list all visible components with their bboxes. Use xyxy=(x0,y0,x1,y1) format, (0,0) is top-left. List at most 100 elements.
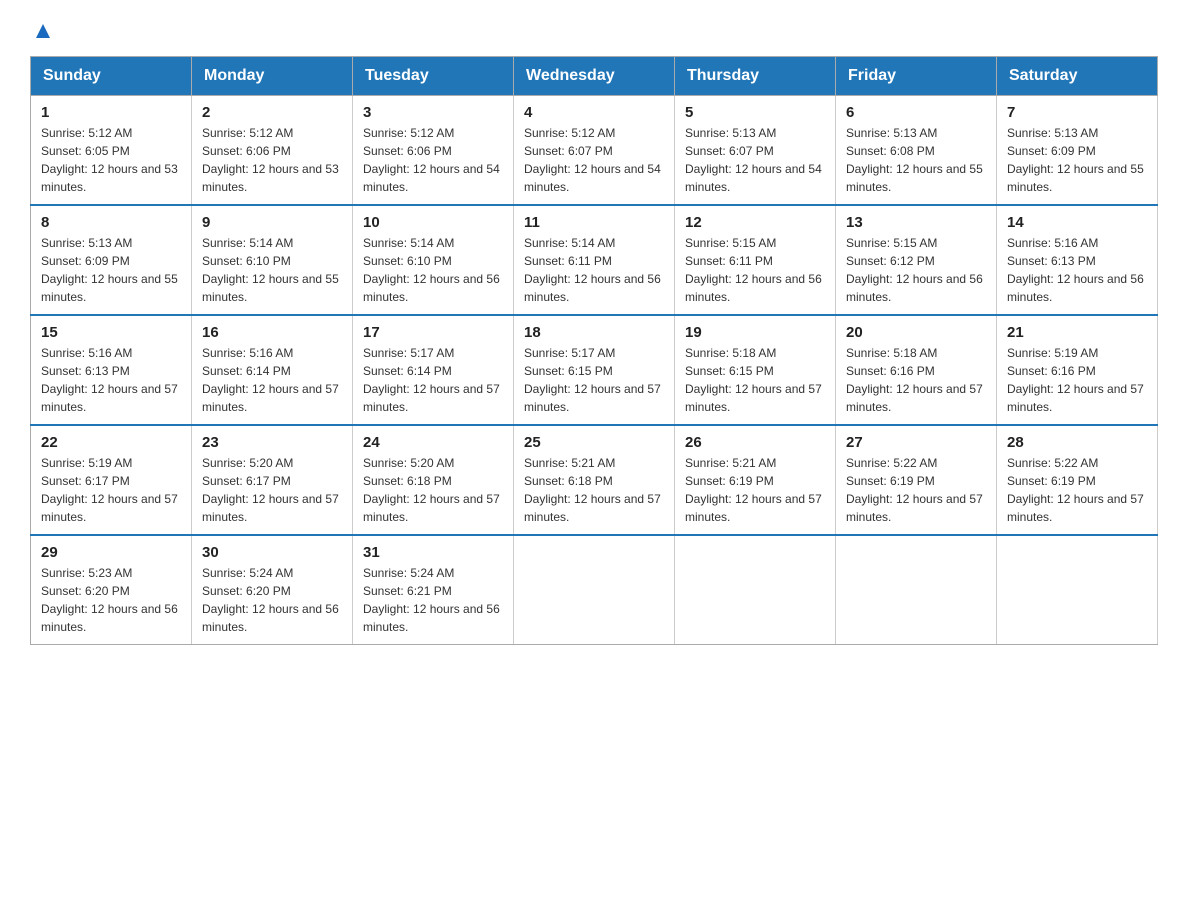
day-info: Sunrise: 5:14 AMSunset: 6:11 PMDaylight:… xyxy=(524,234,664,306)
calendar-cell: 16 Sunrise: 5:16 AMSunset: 6:14 PMDayligh… xyxy=(192,315,353,425)
day-number: 2 xyxy=(202,104,342,121)
logo-triangle-icon xyxy=(32,20,54,42)
day-number: 13 xyxy=(846,214,986,231)
day-number: 30 xyxy=(202,544,342,561)
day-number: 25 xyxy=(524,434,664,451)
header-tuesday: Tuesday xyxy=(353,57,514,96)
calendar-cell: 22 Sunrise: 5:19 AMSunset: 6:17 PMDayligh… xyxy=(31,425,192,535)
calendar-cell: 5 Sunrise: 5:13 AMSunset: 6:07 PMDaylight… xyxy=(675,96,836,206)
day-number: 31 xyxy=(363,544,503,561)
day-number: 6 xyxy=(846,104,986,121)
header-wednesday: Wednesday xyxy=(514,57,675,96)
calendar-cell: 2 Sunrise: 5:12 AMSunset: 6:06 PMDaylight… xyxy=(192,96,353,206)
calendar-cell xyxy=(997,535,1158,645)
calendar-cell: 12Sunrise: 5:15 AMSunset: 6:11 PMDayligh… xyxy=(675,205,836,315)
page-header xyxy=(30,20,1158,36)
calendar-cell xyxy=(836,535,997,645)
calendar-cell: 4 Sunrise: 5:12 AMSunset: 6:07 PMDaylight… xyxy=(514,96,675,206)
day-number: 23 xyxy=(202,434,342,451)
day-info: Sunrise: 5:16 AMSunset: 6:14 PMDaylight:… xyxy=(202,344,342,416)
day-number: 17 xyxy=(363,324,503,341)
day-number: 26 xyxy=(685,434,825,451)
day-number: 12 xyxy=(685,214,825,231)
header-saturday: Saturday xyxy=(997,57,1158,96)
day-info: Sunrise: 5:24 AMSunset: 6:21 PMDaylight:… xyxy=(363,564,503,636)
day-info: Sunrise: 5:18 AMSunset: 6:15 PMDaylight:… xyxy=(685,344,825,416)
calendar-cell: 26 Sunrise: 5:21 AMSunset: 6:19 PMDayligh… xyxy=(675,425,836,535)
header-monday: Monday xyxy=(192,57,353,96)
logo xyxy=(30,20,54,36)
calendar-cell: 18 Sunrise: 5:17 AMSunset: 6:15 PMDayligh… xyxy=(514,315,675,425)
day-number: 24 xyxy=(363,434,503,451)
day-info: Sunrise: 5:12 AMSunset: 6:05 PMDaylight:… xyxy=(41,124,181,196)
week-row-1: 1 Sunrise: 5:12 AMSunset: 6:05 PMDaylight… xyxy=(31,96,1158,206)
calendar-cell: 31 Sunrise: 5:24 AMSunset: 6:21 PMDayligh… xyxy=(353,535,514,645)
day-number: 4 xyxy=(524,104,664,121)
calendar-cell: 28 Sunrise: 5:22 AMSunset: 6:19 PMDayligh… xyxy=(997,425,1158,535)
calendar-cell: 25 Sunrise: 5:21 AMSunset: 6:18 PMDayligh… xyxy=(514,425,675,535)
calendar-cell: 13Sunrise: 5:15 AMSunset: 6:12 PMDayligh… xyxy=(836,205,997,315)
day-number: 7 xyxy=(1007,104,1147,121)
day-number: 20 xyxy=(846,324,986,341)
calendar-cell: 29 Sunrise: 5:23 AMSunset: 6:20 PMDayligh… xyxy=(31,535,192,645)
header-row: SundayMondayTuesdayWednesdayThursdayFrid… xyxy=(31,57,1158,96)
day-info: Sunrise: 5:13 AMSunset: 6:07 PMDaylight:… xyxy=(685,124,825,196)
day-info: Sunrise: 5:24 AMSunset: 6:20 PMDaylight:… xyxy=(202,564,342,636)
day-number: 1 xyxy=(41,104,181,121)
day-number: 9 xyxy=(202,214,342,231)
calendar-cell: 8 Sunrise: 5:13 AMSunset: 6:09 PMDaylight… xyxy=(31,205,192,315)
header-friday: Friday xyxy=(836,57,997,96)
day-info: Sunrise: 5:17 AMSunset: 6:14 PMDaylight:… xyxy=(363,344,503,416)
day-number: 18 xyxy=(524,324,664,341)
day-number: 21 xyxy=(1007,324,1147,341)
day-number: 22 xyxy=(41,434,181,451)
day-info: Sunrise: 5:14 AMSunset: 6:10 PMDaylight:… xyxy=(363,234,503,306)
day-info: Sunrise: 5:12 AMSunset: 6:06 PMDaylight:… xyxy=(363,124,503,196)
day-number: 15 xyxy=(41,324,181,341)
day-info: Sunrise: 5:12 AMSunset: 6:07 PMDaylight:… xyxy=(524,124,664,196)
day-number: 10 xyxy=(363,214,503,231)
calendar-cell xyxy=(514,535,675,645)
day-number: 5 xyxy=(685,104,825,121)
day-number: 8 xyxy=(41,214,181,231)
day-info: Sunrise: 5:13 AMSunset: 6:09 PMDaylight:… xyxy=(1007,124,1147,196)
calendar-cell xyxy=(675,535,836,645)
calendar-cell: 7 Sunrise: 5:13 AMSunset: 6:09 PMDaylight… xyxy=(997,96,1158,206)
day-info: Sunrise: 5:13 AMSunset: 6:09 PMDaylight:… xyxy=(41,234,181,306)
calendar-cell: 1 Sunrise: 5:12 AMSunset: 6:05 PMDaylight… xyxy=(31,96,192,206)
day-info: Sunrise: 5:18 AMSunset: 6:16 PMDaylight:… xyxy=(846,344,986,416)
day-number: 28 xyxy=(1007,434,1147,451)
day-number: 29 xyxy=(41,544,181,561)
day-info: Sunrise: 5:21 AMSunset: 6:18 PMDaylight:… xyxy=(524,454,664,526)
day-info: Sunrise: 5:16 AMSunset: 6:13 PMDaylight:… xyxy=(41,344,181,416)
day-info: Sunrise: 5:13 AMSunset: 6:08 PMDaylight:… xyxy=(846,124,986,196)
calendar-cell: 3 Sunrise: 5:12 AMSunset: 6:06 PMDaylight… xyxy=(353,96,514,206)
day-info: Sunrise: 5:23 AMSunset: 6:20 PMDaylight:… xyxy=(41,564,181,636)
day-info: Sunrise: 5:17 AMSunset: 6:15 PMDaylight:… xyxy=(524,344,664,416)
day-number: 14 xyxy=(1007,214,1147,231)
calendar-cell: 30 Sunrise: 5:24 AMSunset: 6:20 PMDayligh… xyxy=(192,535,353,645)
header-thursday: Thursday xyxy=(675,57,836,96)
day-info: Sunrise: 5:19 AMSunset: 6:16 PMDaylight:… xyxy=(1007,344,1147,416)
calendar-cell: 15 Sunrise: 5:16 AMSunset: 6:13 PMDayligh… xyxy=(31,315,192,425)
day-info: Sunrise: 5:20 AMSunset: 6:17 PMDaylight:… xyxy=(202,454,342,526)
day-info: Sunrise: 5:22 AMSunset: 6:19 PMDaylight:… xyxy=(1007,454,1147,526)
calendar-cell: 27 Sunrise: 5:22 AMSunset: 6:19 PMDayligh… xyxy=(836,425,997,535)
calendar-cell: 9Sunrise: 5:14 AMSunset: 6:10 PMDaylight… xyxy=(192,205,353,315)
week-row-2: 8 Sunrise: 5:13 AMSunset: 6:09 PMDaylight… xyxy=(31,205,1158,315)
week-row-4: 22 Sunrise: 5:19 AMSunset: 6:17 PMDayligh… xyxy=(31,425,1158,535)
calendar-cell: 17 Sunrise: 5:17 AMSunset: 6:14 PMDayligh… xyxy=(353,315,514,425)
day-info: Sunrise: 5:21 AMSunset: 6:19 PMDaylight:… xyxy=(685,454,825,526)
week-row-3: 15 Sunrise: 5:16 AMSunset: 6:13 PMDayligh… xyxy=(31,315,1158,425)
day-number: 27 xyxy=(846,434,986,451)
calendar-cell: 19Sunrise: 5:18 AMSunset: 6:15 PMDayligh… xyxy=(675,315,836,425)
week-row-5: 29 Sunrise: 5:23 AMSunset: 6:20 PMDayligh… xyxy=(31,535,1158,645)
day-info: Sunrise: 5:20 AMSunset: 6:18 PMDaylight:… xyxy=(363,454,503,526)
day-info: Sunrise: 5:22 AMSunset: 6:19 PMDaylight:… xyxy=(846,454,986,526)
day-info: Sunrise: 5:12 AMSunset: 6:06 PMDaylight:… xyxy=(202,124,342,196)
day-info: Sunrise: 5:19 AMSunset: 6:17 PMDaylight:… xyxy=(41,454,181,526)
day-number: 16 xyxy=(202,324,342,341)
calendar-cell: 14Sunrise: 5:16 AMSunset: 6:13 PMDayligh… xyxy=(997,205,1158,315)
calendar-cell: 24 Sunrise: 5:20 AMSunset: 6:18 PMDayligh… xyxy=(353,425,514,535)
day-number: 3 xyxy=(363,104,503,121)
